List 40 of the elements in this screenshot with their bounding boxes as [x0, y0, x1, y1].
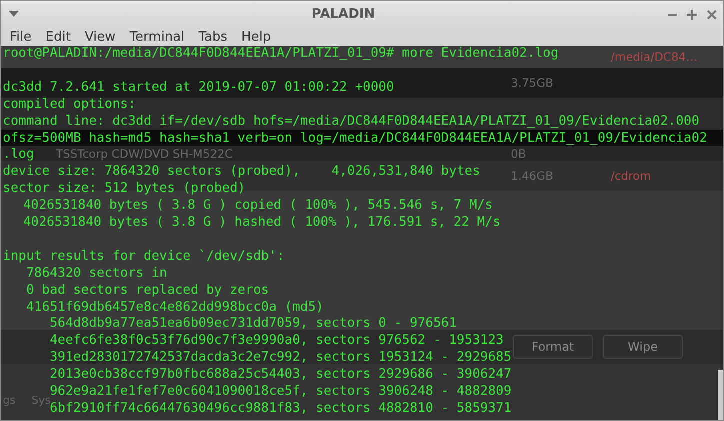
maximize-icon[interactable]: [687, 10, 697, 20]
terminal-line: .log: [3, 147, 34, 164]
table-cell: /media/DC84…: [611, 50, 698, 64]
window-title: PALADIN: [312, 7, 376, 22]
app-button[interactable]: Format: [513, 335, 593, 359]
table-cell: /cdrom: [611, 169, 652, 183]
table-cell: 1.46GB: [511, 169, 554, 183]
terminal-line: 0 bad sectors replaced by zeros: [26, 282, 270, 300]
terminal-line: 962e9a21fe1fef7e0c6041090018ce5f, sectors 3906248 - 4882809: [50, 384, 512, 400]
app-button[interactable]: Wipe: [603, 335, 683, 359]
terminal-line: ofsz=500MB hash=md5 hash=sha1 verb=on log=/media/DC844F0D844EEA1A/PLATZI_01_09/Evidencia02: [3, 130, 708, 148]
terminal-line: 41651f69db6457e8c4e862dd998bcc0a (md5): [26, 300, 324, 316]
terminal-line: dc3dd 7.2.641 started at 2019-07-07 01:00:22 +0000: [3, 80, 394, 97]
table-cell: TSSTcorp CDW/DVD SH-M522C: [56, 146, 233, 160]
terminal-line: root@PALADIN:/media/DC844F0D844EEA1A/PLATZI_01_09# more Evidencia02.log: [3, 46, 559, 63]
menu-item[interactable]: Terminal: [124, 30, 193, 44]
menu-item[interactable]: Tabs: [192, 30, 236, 44]
scrollbar[interactable]: [718, 370, 723, 420]
terminal-line: 4026531840 bytes ( 3.8 G ) copied ( 100% ), 545.546 s, 7 M/s: [23, 198, 493, 216]
terminal-line: 4eefc6fe38f0c53f76d90c7f3e9990a0, sectors 976562 - 1953123: [50, 333, 504, 350]
menu-item[interactable]: File: [4, 30, 40, 44]
terminal-line: device size: 7864320 sectors (probed), 4,026,531,840 bytes: [3, 164, 480, 182]
terminal-line: command line: dc3dd if=/dev/sdb hofs=/media/DC844F0D844EEA1A/PLATZI_01_09/Evidencia02.000: [3, 114, 700, 131]
minimize-icon[interactable]: [668, 14, 677, 16]
terminal-line: compiled options:: [3, 96, 136, 114]
terminal-line: 4026531840 bytes ( 3.8 G ) hashed ( 100% ), 176.591 s, 22 M/s: [23, 215, 501, 232]
terminal-line: sector size: 512 bytes (probed): [3, 181, 246, 198]
table-cell: 0B: [511, 146, 526, 160]
terminal-line: input results for device `/dev/sdb':: [3, 248, 285, 266]
menu-item[interactable]: View: [78, 30, 124, 44]
close-icon[interactable]: [707, 10, 717, 20]
terminal-line: 2013e0cb38ccf97b0fbc688a25c54403, sectors 2929686 - 3906247: [50, 367, 512, 384]
terminal-line: 6bf2910ff74c66447630496cc9881f83, sectors 4882810 - 5859371: [50, 401, 512, 418]
table-cell: 3.75GB: [511, 76, 554, 90]
menu-item[interactable]: Help: [236, 30, 280, 44]
terminal-line: 7864320 sectors in: [26, 266, 168, 283]
terminal-line: 391ed2830172742537dacda3c2e7c992, sectors 1953124 - 2929685: [50, 350, 512, 368]
menu-caret-icon[interactable]: [9, 11, 19, 18]
menu-item[interactable]: Edit: [40, 30, 79, 44]
terminal-line: 564d8db9a77ea51ea6b09ec731dd7059, sectors 0 - 976561: [50, 316, 457, 334]
